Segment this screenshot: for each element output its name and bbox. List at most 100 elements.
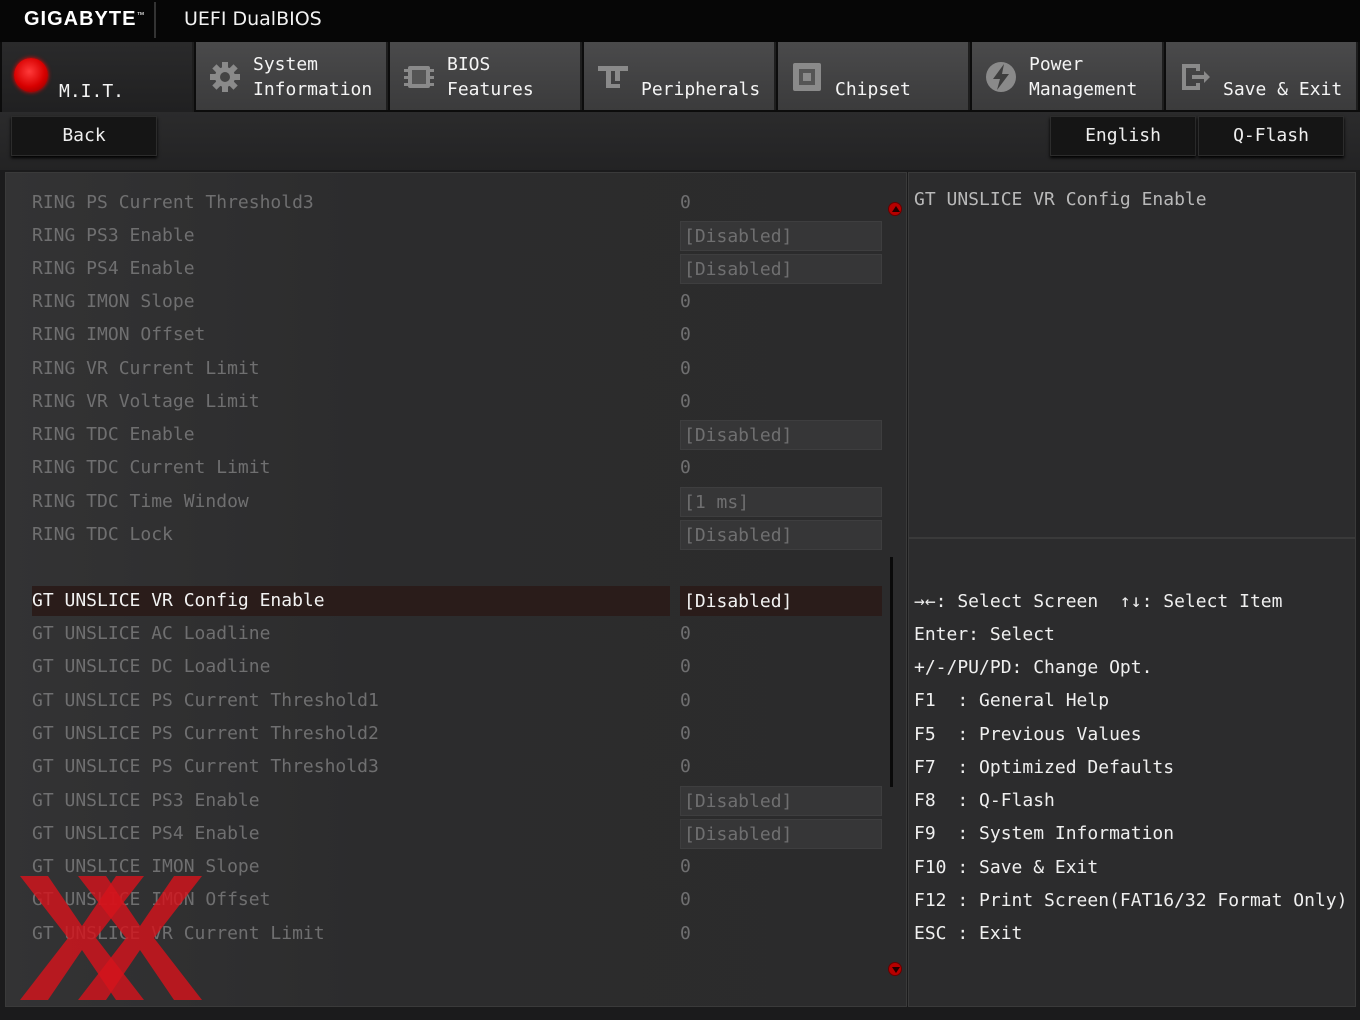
setting-row[interactable]: GT UNSLICE AC Loadline 0	[32, 619, 888, 649]
key-hint: →←: Select Screen ↑↓: Select Item	[914, 591, 1283, 612]
setting-value[interactable]: 0	[680, 686, 691, 716]
tab-bios-features[interactable]: BIOS Features	[390, 42, 582, 110]
tab-system-information[interactable]: System Information	[196, 42, 388, 110]
setting-value[interactable]: [Disabled]	[680, 420, 882, 450]
product-title: UEFI DualBIOS	[184, 8, 322, 30]
setting-row[interactable]: RING VR Current Limit 0	[32, 354, 888, 384]
setting-value[interactable]: 0	[680, 287, 691, 317]
setting-row[interactable]: GT UNSLICE PS4 Enable [Disabled]	[32, 819, 888, 849]
key-hint: F9 : System Information	[914, 823, 1175, 844]
setting-row-selected[interactable]: GT UNSLICE VR Config Enable [Disabled]	[32, 586, 888, 616]
tab-label: Power Management	[1029, 54, 1138, 100]
setting-value[interactable]: 0	[680, 320, 691, 350]
setting-name: RING TDC Enable	[32, 424, 195, 445]
mit-red-dot-icon	[14, 58, 48, 92]
setting-row[interactable]: RING TDC Current Limit 0	[32, 453, 888, 483]
setting-name: RING IMON Offset	[32, 324, 206, 345]
setting-value[interactable]: 0	[680, 852, 691, 882]
scroll-up-arrow-icon[interactable]	[888, 202, 902, 216]
setting-row[interactable]: RING TDC Time Window [1 ms]	[32, 487, 888, 517]
tab-power-management[interactable]: Power Management	[972, 42, 1164, 110]
setting-name: RING VR Current Limit	[32, 358, 260, 379]
setting-name: RING PS3 Enable	[32, 225, 195, 246]
setting-row[interactable]: RING PS Current Threshold3 0	[32, 188, 888, 218]
setting-value[interactable]: [1 ms]	[680, 487, 882, 517]
setting-value[interactable]: 0	[680, 354, 691, 384]
setting-value[interactable]: 0	[680, 652, 691, 682]
setting-value[interactable]: 0	[680, 719, 691, 749]
setting-row[interactable]: GT UNSLICE PS Current Threshold3 0	[32, 752, 888, 782]
setting-name: GT UNSLICE PS Current Threshold1	[32, 690, 379, 711]
setting-row[interactable]: RING PS3 Enable [Disabled]	[32, 221, 888, 251]
tab-peripherals[interactable]: Peripherals	[584, 42, 776, 110]
setting-row[interactable]: GT UNSLICE PS Current Threshold1 0	[32, 686, 888, 716]
setting-value[interactable]: [Disabled]	[680, 520, 882, 550]
back-button[interactable]: Back	[11, 116, 157, 156]
setting-value[interactable]: 0	[680, 752, 691, 782]
setting-name: RING IMON Slope	[32, 291, 195, 312]
gear-icon	[210, 62, 240, 92]
setting-row[interactable]: GT UNSLICE DC Loadline 0	[32, 652, 888, 682]
setting-name: RING TDC Time Window	[32, 491, 249, 512]
tab-chipset[interactable]: Chipset	[778, 42, 970, 110]
setting-value[interactable]: 0	[680, 919, 691, 949]
setting-row[interactable]: RING TDC Enable [Disabled]	[32, 420, 888, 450]
setting-name: GT UNSLICE PS4 Enable	[32, 823, 260, 844]
peripherals-icon	[598, 66, 628, 88]
key-hint: F5 : Previous Values	[914, 724, 1142, 745]
setting-value[interactable]: [Disabled]	[680, 221, 882, 251]
sub-toolbar: Back English Q-Flash	[0, 112, 1360, 170]
setting-value[interactable]: 0	[680, 619, 691, 649]
setting-row[interactable]: GT UNSLICE PS Current Threshold2 0	[32, 719, 888, 749]
setting-name: RING TDC Lock	[32, 524, 173, 545]
setting-row[interactable]: RING IMON Slope 0	[32, 287, 888, 317]
tab-label: BIOS Features	[447, 54, 534, 100]
tab-label: Save & Exit	[1223, 79, 1343, 100]
setting-name: GT UNSLICE AC Loadline	[32, 623, 271, 644]
setting-name: GT UNSLICE PS Current Threshold3	[32, 756, 379, 777]
key-hint: +/-/PU/PD: Change Opt.	[914, 657, 1153, 678]
setting-name: GT UNSLICE DC Loadline	[32, 656, 271, 677]
key-hint: ESC : Exit	[914, 923, 1023, 944]
language-button[interactable]: English	[1050, 116, 1196, 156]
setting-row[interactable]: GT UNSLICE PS3 Enable [Disabled]	[32, 786, 888, 816]
tab-save-exit[interactable]: Save & Exit	[1166, 42, 1358, 110]
setting-value[interactable]: 0	[680, 387, 691, 417]
setting-value[interactable]: 0	[680, 885, 691, 915]
setting-row[interactable]: RING IMON Offset 0	[32, 320, 888, 350]
setting-name: RING PS Current Threshold3	[32, 192, 314, 213]
setting-value[interactable]: 0	[680, 453, 691, 483]
tab-mit[interactable]: M.I.T.	[2, 42, 194, 112]
setting-row[interactable]: RING VR Voltage Limit 0	[32, 387, 888, 417]
setting-value[interactable]: [Disabled]	[680, 819, 882, 849]
qflash-button[interactable]: Q-Flash	[1198, 116, 1344, 156]
tab-label: Chipset	[835, 79, 911, 100]
header-divider	[154, 2, 156, 38]
setting-name: GT UNSLICE PS3 Enable	[32, 790, 260, 811]
key-hint: F8 : Q-Flash	[914, 790, 1055, 811]
setting-value[interactable]: 0	[680, 188, 691, 218]
scrollbar-thumb[interactable]	[890, 557, 893, 787]
tab-label: M.I.T.	[59, 81, 125, 102]
xx-watermark-logo	[20, 876, 202, 1000]
key-hint: F10 : Save & Exit	[914, 857, 1099, 878]
key-hint: F12 : Print Screen(FAT16/32 Format Only)	[914, 890, 1348, 911]
key-hint: F1 : General Help	[914, 690, 1110, 711]
setting-row[interactable]: RING TDC Lock [Disabled]	[32, 520, 888, 550]
main-tabs: M.I.T. System Information BIOS Features …	[0, 42, 1360, 112]
setting-name: RING VR Voltage Limit	[32, 391, 260, 412]
help-panel: GT UNSLICE VR Config Enable	[908, 172, 1356, 538]
setting-name: GT UNSLICE VR Config Enable	[32, 586, 670, 616]
tab-label: Peripherals	[641, 79, 761, 100]
setting-row[interactable]: RING PS4 Enable [Disabled]	[32, 254, 888, 284]
setting-name: RING TDC Current Limit	[32, 457, 271, 478]
gigabyte-logo: GIGABYTE™	[24, 8, 146, 30]
scroll-down-arrow-icon[interactable]	[888, 962, 902, 976]
tab-label: System Information	[253, 54, 373, 100]
bios-chip-icon	[404, 66, 434, 88]
setting-value[interactable]: [Disabled]	[680, 786, 882, 816]
setting-value[interactable]: [Disabled]	[680, 254, 882, 284]
exit-door-icon	[1182, 64, 1210, 90]
setting-value[interactable]: [Disabled]	[680, 586, 882, 616]
top-bar: GIGABYTE™ UEFI DualBIOS	[0, 0, 1360, 42]
